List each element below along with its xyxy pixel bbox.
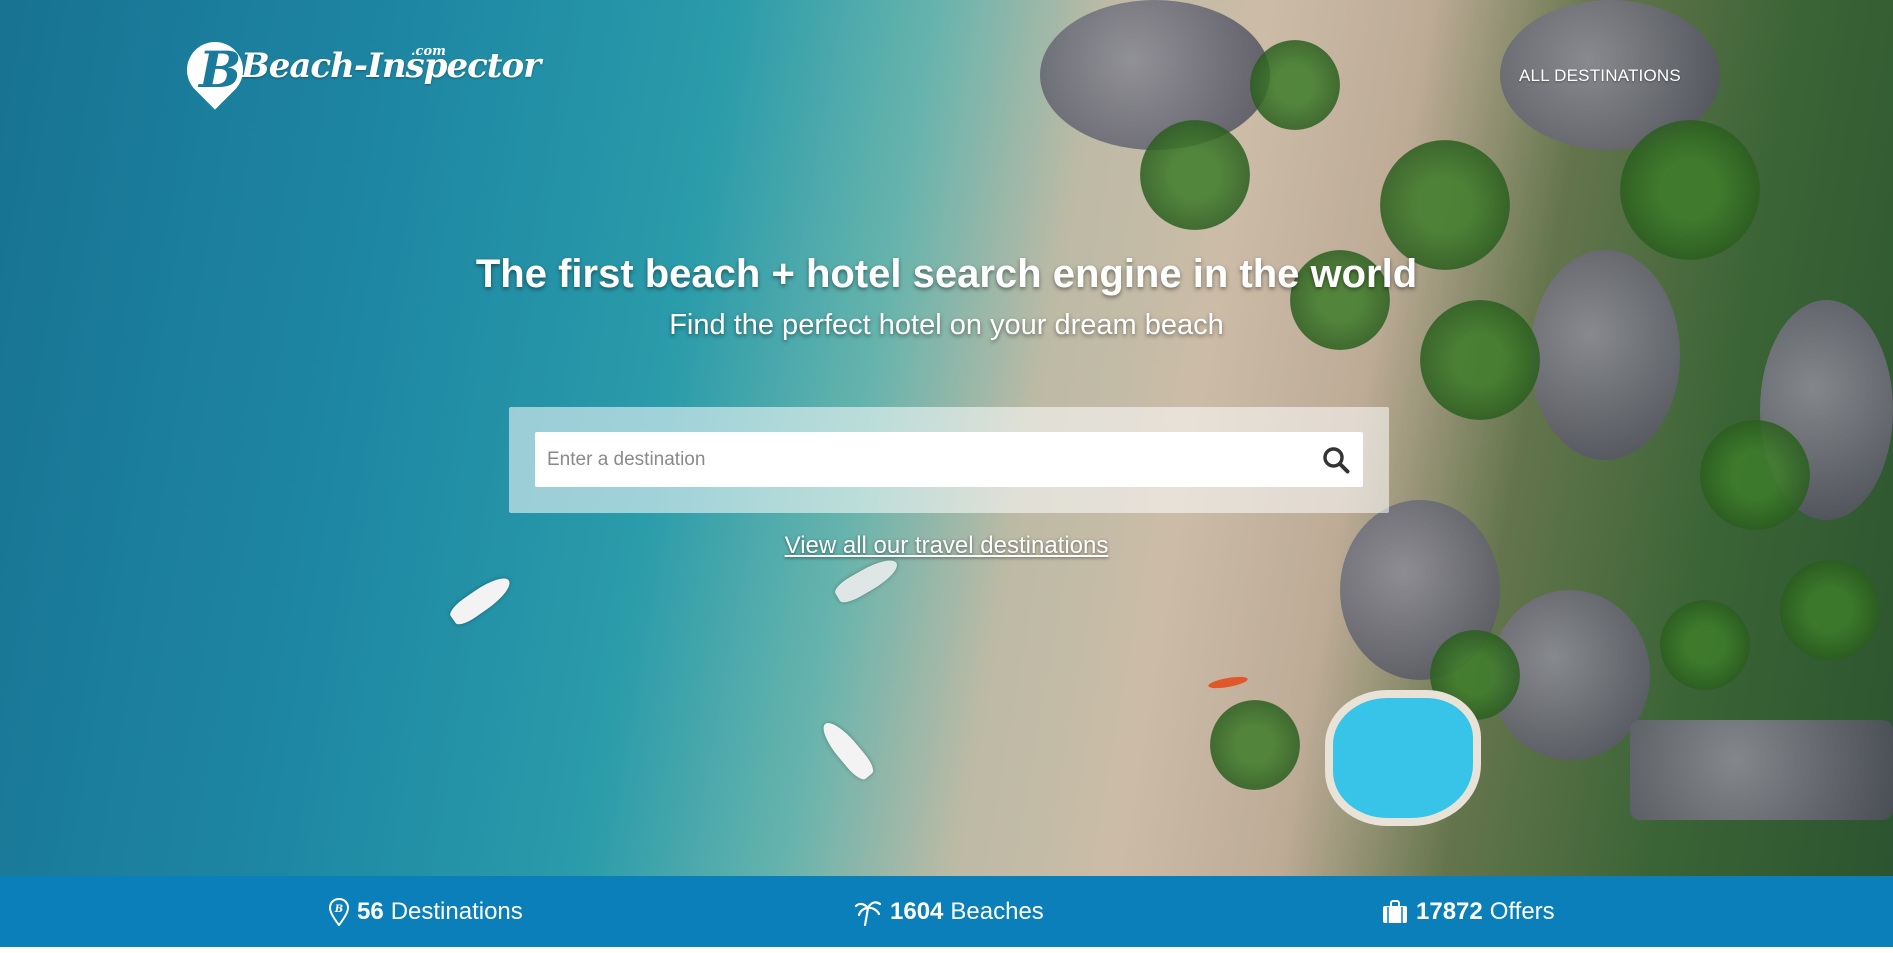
stat-destinations-label: Destinations	[390, 897, 523, 925]
palm-tree	[1380, 140, 1510, 270]
palm-tree	[1250, 40, 1340, 130]
palm-tree-icon	[854, 898, 882, 926]
stat-offers: 17872 Offers	[1382, 876, 1555, 947]
palm-tree	[1620, 120, 1760, 260]
stat-beaches-label: Beaches	[950, 897, 1044, 925]
palm-tree	[1210, 700, 1300, 790]
palm-tree	[1140, 120, 1250, 230]
stat-destinations-count: 56	[357, 897, 384, 925]
logo-wordmark: Beach-Inspector	[241, 46, 541, 86]
suitcase-icon	[1382, 899, 1408, 924]
stat-beaches-count: 1604	[890, 897, 944, 925]
swimming-pool	[1325, 690, 1481, 826]
search-box	[535, 432, 1363, 487]
stat-destinations: B 56 Destinations	[329, 876, 523, 947]
destination-search-input[interactable]	[535, 432, 1309, 487]
hut-roof	[1630, 720, 1893, 820]
view-all-container: View all our travel destinations	[0, 532, 1893, 560]
logo-suffix: .com	[411, 44, 446, 59]
page-bottom-strip	[0, 947, 1893, 953]
palm-tree	[1660, 600, 1750, 690]
search-panel	[509, 407, 1389, 513]
all-destinations-link[interactable]: ALL DESTINATIONS	[1519, 66, 1681, 86]
map-pin-icon: B	[329, 897, 349, 926]
hero-headline: The first beach + hotel search engine in…	[475, 252, 1418, 296]
palm-tree	[1700, 420, 1810, 530]
stat-offers-count: 17872	[1416, 897, 1483, 925]
hut-roof	[1040, 0, 1270, 150]
search-icon	[1323, 446, 1350, 473]
svg-text:B: B	[334, 904, 343, 915]
view-all-destinations-link[interactable]: View all our travel destinations	[785, 532, 1109, 559]
brand-logo[interactable]: B Beach-Inspector .com	[175, 30, 541, 120]
logo-letter: B	[199, 40, 242, 99]
stat-beaches: 1604 Beaches	[854, 876, 1044, 947]
stat-offers-label: Offers	[1489, 897, 1555, 925]
hero-subline: Find the perfect hotel on your dream bea…	[669, 309, 1224, 341]
palm-tree	[1780, 560, 1880, 660]
map-pin-logo-icon: B	[175, 30, 255, 118]
search-button[interactable]	[1309, 432, 1363, 487]
stats-bar: B 56 Destinations 1604 Beaches 17872 Off…	[0, 876, 1893, 947]
